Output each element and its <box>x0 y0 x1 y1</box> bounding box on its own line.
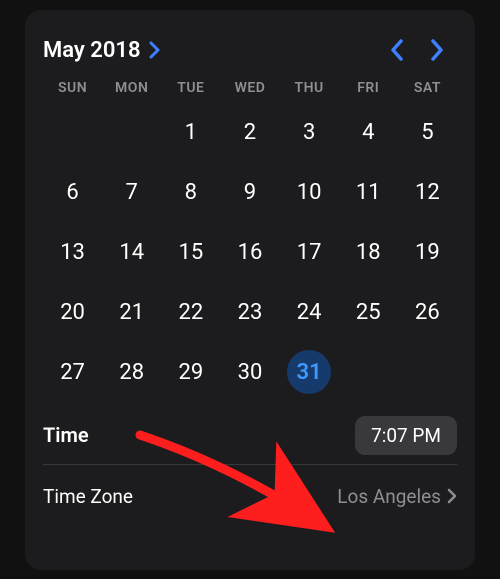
calendar-day[interactable]: 18 <box>346 230 390 274</box>
calendar-day[interactable]: 11 <box>346 170 390 214</box>
calendar-day[interactable]: 7 <box>110 170 154 214</box>
calendar-day[interactable]: 17 <box>287 230 331 274</box>
weekday-label: SUN <box>43 80 102 96</box>
next-month-button[interactable] <box>417 30 457 70</box>
calendar-header: May 2018 <box>43 30 457 70</box>
time-value-button[interactable]: 7:07 PM <box>355 416 457 455</box>
calendar-day[interactable]: 13 <box>51 230 95 274</box>
calendar-day[interactable]: 3 <box>287 110 331 154</box>
timezone-row[interactable]: Time Zone Los Angeles <box>43 467 457 525</box>
weekday-label: THU <box>280 80 339 96</box>
calendar-empty-cell <box>346 350 390 394</box>
weekday-label: WED <box>220 80 279 96</box>
calendar-day[interactable]: 12 <box>405 170 449 214</box>
calendar-day[interactable]: 1 <box>169 110 213 154</box>
calendar-day[interactable]: 8 <box>169 170 213 214</box>
prev-month-button[interactable] <box>377 30 417 70</box>
weekday-label: TUE <box>161 80 220 96</box>
calendar-day[interactable]: 5 <box>405 110 449 154</box>
calendar-day[interactable]: 10 <box>287 170 331 214</box>
calendar-day[interactable]: 6 <box>51 170 95 214</box>
calendar-day[interactable]: 30 <box>228 350 272 394</box>
calendar-day[interactable]: 16 <box>228 230 272 274</box>
calendar-empty-cell <box>51 110 95 154</box>
weekday-label: FRI <box>339 80 398 96</box>
calendar-day[interactable]: 4 <box>346 110 390 154</box>
calendar-day[interactable]: 20 <box>51 290 95 334</box>
calendar-day[interactable]: 24 <box>287 290 331 334</box>
weekday-label: SAT <box>398 80 457 96</box>
time-row: Time 7:07 PM <box>43 406 457 465</box>
timezone-value: Los Angeles <box>337 485 441 508</box>
calendar-day[interactable]: 15 <box>169 230 213 274</box>
calendar-day[interactable]: 22 <box>169 290 213 334</box>
calendar-day[interactable]: 28 <box>110 350 154 394</box>
month-year-label[interactable]: May 2018 <box>43 38 141 63</box>
calendar-day[interactable]: 9 <box>228 170 272 214</box>
calendar-day[interactable]: 27 <box>51 350 95 394</box>
calendar-day[interactable]: 29 <box>169 350 213 394</box>
calendar-empty-cell <box>405 350 449 394</box>
calendar-day[interactable]: 23 <box>228 290 272 334</box>
chevron-right-icon[interactable] <box>149 41 161 59</box>
calendar-day[interactable]: 21 <box>110 290 154 334</box>
weekday-header: SUN MON TUE WED THU FRI SAT <box>43 80 457 96</box>
calendar-day[interactable]: 2 <box>228 110 272 154</box>
chevron-right-icon <box>447 488 457 504</box>
timezone-label: Time Zone <box>43 485 133 508</box>
calendar-day[interactable]: 14 <box>110 230 154 274</box>
calendar-day[interactable]: 26 <box>405 290 449 334</box>
weekday-label: MON <box>102 80 161 96</box>
calendar-day[interactable]: 31 <box>287 350 331 394</box>
calendar-day[interactable]: 19 <box>405 230 449 274</box>
calendar-day[interactable]: 25 <box>346 290 390 334</box>
time-label: Time <box>43 423 89 447</box>
date-time-panel: May 2018 SUN MON TUE WED THU FRI SAT 123… <box>25 10 475 570</box>
calendar-grid: 1234567891011121314151617181920212223242… <box>43 102 457 402</box>
calendar-empty-cell <box>110 110 154 154</box>
